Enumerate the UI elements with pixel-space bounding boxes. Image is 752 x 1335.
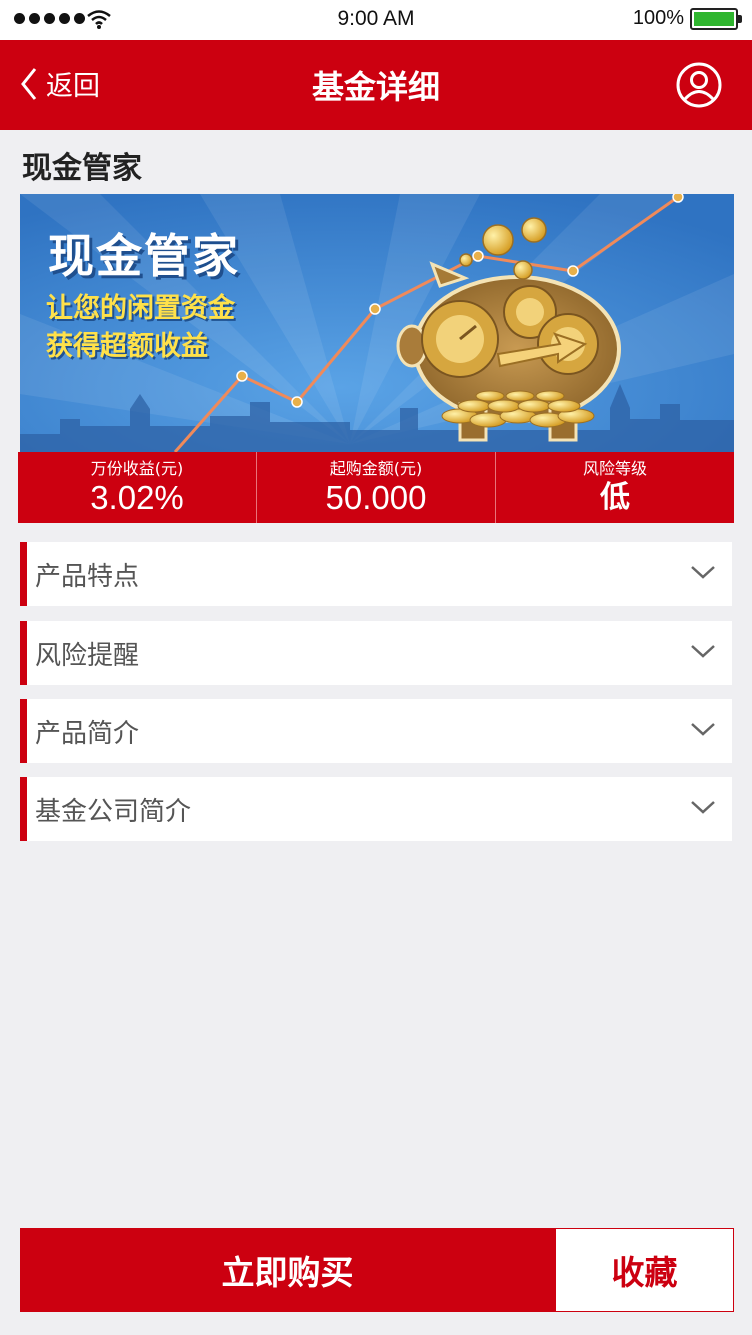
battery-icon bbox=[690, 8, 742, 30]
section-label: 风险提醒 bbox=[35, 640, 140, 671]
back-label: 返回 bbox=[46, 71, 100, 102]
stat-yield: 万份收益(元) 3.02% bbox=[18, 452, 257, 523]
nav-bar: 返回 基金详细 bbox=[0, 40, 752, 130]
chevron-down-icon bbox=[691, 566, 715, 579]
back-chevron-icon bbox=[21, 67, 37, 100]
stat-label: 起购金额(元) bbox=[329, 459, 423, 478]
banner-slogan-line2: 获得超额收益 bbox=[46, 331, 208, 362]
chevron-down-icon bbox=[691, 801, 715, 814]
stats-row: 万份收益(元) 3.02% 起购金额(元) 50.000 风险等级 低 bbox=[18, 452, 734, 523]
stat-label: 万份收益(元) bbox=[90, 459, 184, 478]
stat-min-purchase: 起购金额(元) 50.000 bbox=[257, 452, 496, 523]
chevron-down-icon bbox=[691, 723, 715, 736]
product-name: 现金管家 bbox=[22, 151, 142, 186]
stat-risk-level: 风险等级 低 bbox=[496, 452, 734, 523]
user-icon bbox=[676, 62, 722, 108]
page-title: 基金详细 bbox=[311, 68, 440, 106]
stat-value: 3.02% bbox=[90, 479, 184, 516]
section-fund-company-intro[interactable]: 基金公司简介 bbox=[20, 777, 732, 841]
section-label: 产品简介 bbox=[35, 718, 140, 749]
stat-label: 风险等级 bbox=[582, 459, 647, 478]
user-button[interactable] bbox=[676, 62, 722, 112]
chevron-down-icon bbox=[691, 645, 715, 658]
action-bar: 立即购买 收藏 bbox=[20, 1228, 734, 1312]
stat-value: 低 bbox=[600, 480, 630, 515]
banner-title: 现金管家 bbox=[48, 229, 240, 283]
battery-percent: 100% bbox=[632, 7, 684, 29]
stat-value: 50.000 bbox=[325, 479, 427, 516]
section-label: 基金公司简介 bbox=[35, 796, 192, 827]
section-risk-reminder[interactable]: 风险提醒 bbox=[20, 621, 732, 685]
favorite-button[interactable]: 收藏 bbox=[555, 1228, 734, 1312]
section-product-intro[interactable]: 产品简介 bbox=[20, 699, 732, 763]
back-button[interactable]: 返回 bbox=[20, 64, 100, 103]
banner-slogan-line1: 让您的闲置资金 bbox=[46, 293, 235, 324]
section-product-features[interactable]: 产品特点 bbox=[20, 542, 732, 606]
product-banner: 现金管家 让您的闲置资金 获得超额收益 bbox=[20, 194, 734, 452]
status-bar: 9:00 AM 100% bbox=[0, 0, 752, 40]
section-label: 产品特点 bbox=[35, 561, 140, 592]
buy-now-button[interactable]: 立即购买 bbox=[20, 1228, 555, 1312]
